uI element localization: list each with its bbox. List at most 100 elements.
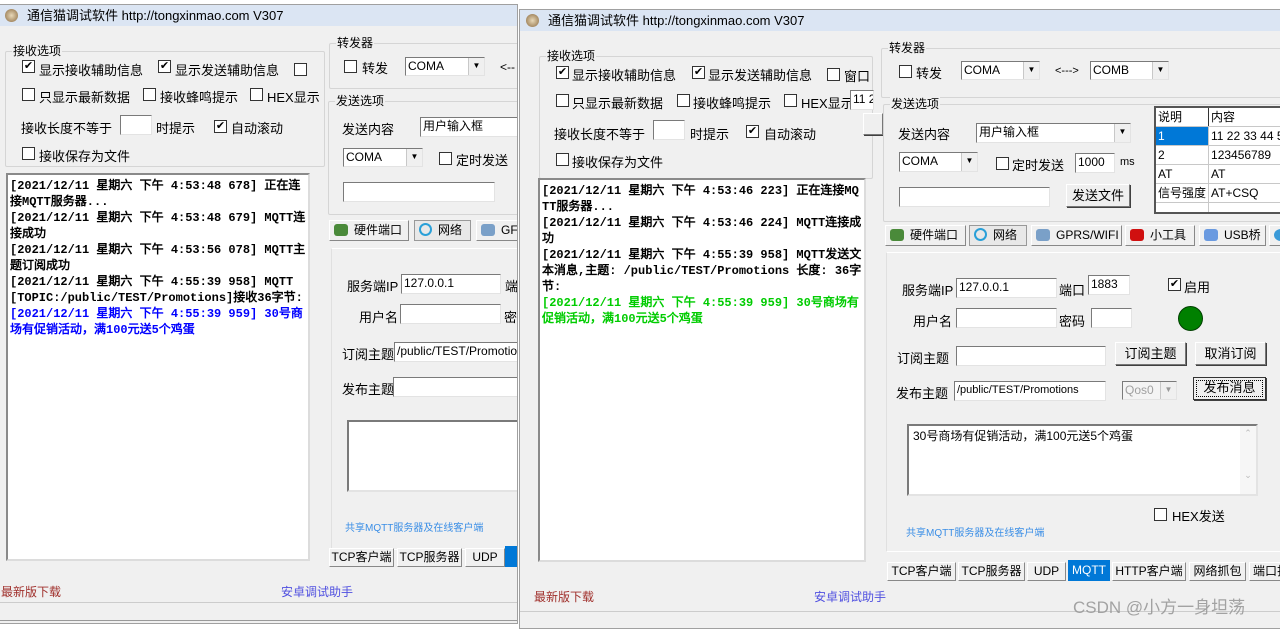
hex-input[interactable]: 11 2: [850, 90, 874, 110]
cell[interactable]: 2: [1154, 144, 1210, 165]
auto-scroll-checkbox[interactable]: ✔: [214, 120, 227, 133]
tab-port-scan[interactable]: 端口扫: [1249, 562, 1280, 581]
subscribe-topic-input[interactable]: /public/TEST/Promotions: [394, 342, 517, 362]
send-file-path-input[interactable]: [343, 182, 495, 202]
send-port-select[interactable]: COMA ▼: [343, 148, 423, 167]
cell[interactable]: 信号强度: [1154, 182, 1210, 203]
cell[interactable]: 1: [1154, 125, 1210, 146]
cell[interactable]: AT: [1154, 163, 1210, 184]
tab-hardware-port[interactable]: 硬件端口: [885, 225, 966, 246]
len-input[interactable]: [120, 115, 152, 135]
cell[interactable]: [1154, 201, 1210, 214]
label: 显示接收辅助信息: [39, 63, 144, 78]
save-file-checkbox[interactable]: [22, 147, 35, 160]
table-row[interactable]: 信号强度 AT+CSQ: [1154, 182, 1280, 203]
show-send-info-checkbox[interactable]: ✔: [692, 66, 705, 79]
tab-tcp-client[interactable]: TCP客户端: [887, 562, 956, 581]
scrollbar[interactable]: ⌃ ⌄: [1240, 426, 1256, 494]
share-mqtt-link[interactable]: 共享MQTT服务器及在线客户端: [345, 519, 483, 534]
tab-packet-capture[interactable]: 网络抓包: [1189, 562, 1246, 581]
tab-usb-bridge[interactable]: USB桥: [1199, 225, 1266, 246]
share-mqtt-link[interactable]: 共享MQTT服务器及在线客户端: [906, 524, 1044, 539]
len-input[interactable]: [653, 120, 685, 140]
receive-log[interactable]: [2021/12/11 星期六 下午 4:53:46 223] 正在连接MQTT…: [538, 178, 866, 562]
table-row[interactable]: AT AT: [1154, 163, 1280, 184]
android-link[interactable]: 安卓调试助手: [814, 588, 886, 605]
show-recv-info-checkbox[interactable]: ✔: [556, 66, 569, 79]
server-ip-input[interactable]: 127.0.0.1: [956, 278, 1057, 298]
send-content-select[interactable]: 用户输入框 ▼: [976, 123, 1131, 143]
hex-display-checkbox[interactable]: [784, 94, 797, 107]
unsubscribe-button[interactable]: 取消订阅: [1195, 342, 1266, 365]
interval-input[interactable]: 1000: [1075, 153, 1115, 173]
forward-checkbox[interactable]: [344, 60, 357, 73]
beep-checkbox[interactable]: [143, 88, 156, 101]
username-input[interactable]: [400, 304, 501, 324]
download-link[interactable]: 最新版下载: [534, 588, 594, 605]
server-ip-input[interactable]: 127.0.0.1: [401, 274, 501, 294]
password-input[interactable]: [1091, 308, 1132, 328]
latest-only-checkbox[interactable]: [556, 94, 569, 107]
tab-tcp-server[interactable]: TCP服务器: [397, 548, 462, 567]
tab-tools[interactable]: 小工具: [1125, 225, 1195, 246]
tab-udp[interactable]: UDP: [465, 548, 505, 567]
send-port-select[interactable]: COMA ▼: [899, 152, 978, 172]
tab-hardware-port[interactable]: 硬件端口: [329, 220, 409, 241]
tab-udp[interactable]: UDP: [1027, 562, 1066, 581]
subscribe-topic-input[interactable]: [956, 346, 1106, 366]
forward-port-b-select[interactable]: COMB ▼: [1090, 61, 1169, 80]
show-send-info-checkbox[interactable]: ✔: [158, 60, 171, 73]
tab-network[interactable]: 网络: [414, 220, 471, 241]
send-content-select[interactable]: 用户输入框: [420, 117, 517, 137]
tab-gprs-wifi[interactable]: GF: [476, 220, 517, 241]
save-file-checkbox[interactable]: [556, 153, 569, 166]
subscribe-button[interactable]: 订阅主题: [1115, 342, 1186, 365]
cell[interactable]: AT+CSQ: [1208, 182, 1280, 203]
publish-button[interactable]: 发布消息: [1193, 377, 1266, 400]
tab-more[interactable]: [1269, 225, 1280, 246]
quick-send-table[interactable]: 说明内容 111 22 33 44 55 2123456789 ATAT 信号强…: [1154, 106, 1280, 214]
tab-gprs-wifi[interactable]: GPRS/WIFI: [1031, 225, 1122, 246]
username-input[interactable]: [956, 308, 1057, 328]
auto-scroll-checkbox[interactable]: ✔: [746, 125, 759, 138]
beep-checkbox[interactable]: [677, 94, 690, 107]
tab-mqtt[interactable]: [505, 546, 517, 567]
header-cell: 内容: [1208, 106, 1280, 127]
cell[interactable]: 11 22 33 44 55: [1208, 125, 1280, 146]
tab-network[interactable]: 网络: [969, 225, 1027, 246]
qos-select[interactable]: Qos0 ▼: [1122, 381, 1177, 400]
table-row[interactable]: 2 123456789: [1154, 144, 1280, 165]
hex-display-checkbox[interactable]: [250, 88, 263, 101]
tab-mqtt[interactable]: MQTT: [1068, 560, 1110, 581]
download-link[interactable]: 最新版下载: [1, 583, 61, 600]
cell[interactable]: AT: [1208, 163, 1280, 184]
send-file-path-input[interactable]: [899, 187, 1050, 207]
hex-send-checkbox[interactable]: [1154, 508, 1167, 521]
forward-port-a-select[interactable]: COMA ▼: [405, 57, 485, 76]
table-row[interactable]: 111 22 33 44 55: [1154, 125, 1280, 146]
show-recv-info-checkbox[interactable]: ✔: [22, 60, 35, 73]
timed-send-checkbox[interactable]: [439, 152, 452, 165]
table-row[interactable]: [1154, 201, 1280, 214]
enable-checkbox[interactable]: ✔: [1168, 278, 1181, 291]
latest-only-checkbox[interactable]: [22, 88, 35, 101]
publish-topic-input[interactable]: [393, 377, 517, 397]
receive-log[interactable]: [2021/12/11 星期六 下午 4:53:48 678] 正在连接MQTT…: [6, 173, 310, 561]
timed-send-checkbox[interactable]: [996, 157, 1009, 170]
tab-http-client[interactable]: HTTP客户端: [1112, 562, 1186, 581]
forward-checkbox[interactable]: [899, 65, 912, 78]
forward-port-a-select[interactable]: COMA ▼: [961, 61, 1040, 80]
cell[interactable]: 123456789: [1208, 144, 1280, 165]
tab-tcp-server[interactable]: TCP服务器: [958, 562, 1025, 581]
message-textarea[interactable]: [347, 420, 517, 492]
partial-button[interactable]: [863, 113, 883, 135]
cell[interactable]: [1208, 201, 1280, 214]
window-checkbox[interactable]: [294, 63, 307, 76]
port-input[interactable]: 1883: [1088, 275, 1130, 295]
android-link[interactable]: 安卓调试助手: [281, 583, 353, 600]
tab-tcp-client[interactable]: TCP客户端: [329, 548, 394, 567]
send-file-button[interactable]: 发送文件: [1066, 184, 1130, 207]
publish-topic-input[interactable]: /public/TEST/Promotions: [954, 381, 1106, 401]
message-textarea[interactable]: 30号商场有促销活动，满100元送5个鸡蛋 ⌃ ⌄: [907, 424, 1258, 496]
window-checkbox[interactable]: [827, 68, 840, 81]
